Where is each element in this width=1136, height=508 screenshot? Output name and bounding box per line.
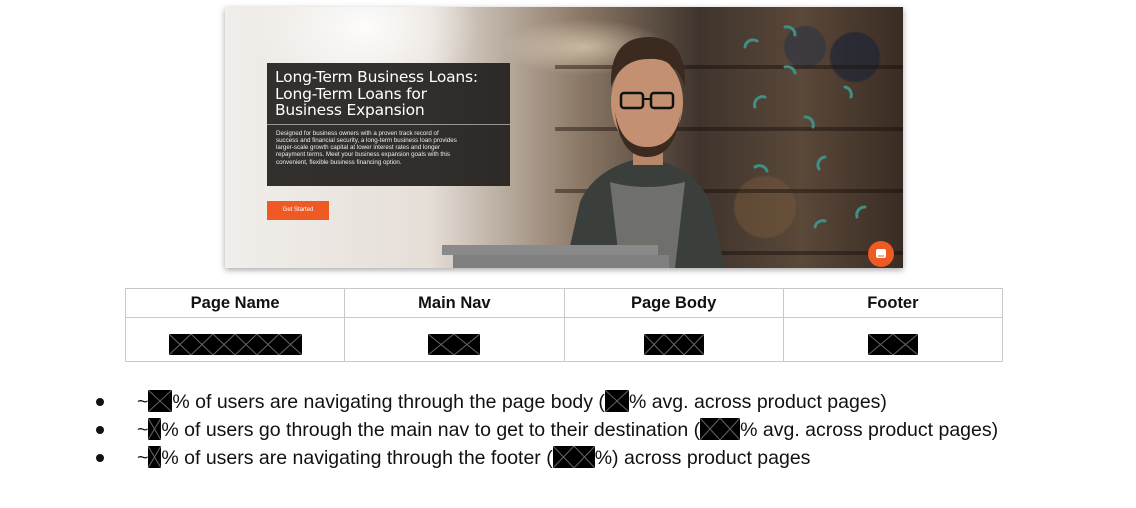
hero-banner-screenshot: Long-Term Business Loans: Long-Term Loan… xyxy=(225,7,903,268)
redacted-value xyxy=(643,333,704,355)
redacted-value xyxy=(148,418,162,440)
navigation-metrics-table: Page Name Main Nav Page Body Footer xyxy=(124,288,1004,362)
hero-decorative-arcs xyxy=(743,25,867,229)
table-header-row: Page Name Main Nav Page Body Footer xyxy=(124,288,1004,318)
bullet-icon xyxy=(96,398,104,406)
cell-footer xyxy=(782,317,1004,362)
hero-divider xyxy=(267,123,510,125)
redacted-value xyxy=(604,390,629,412)
header-main-nav: Main Nav xyxy=(344,288,565,318)
bullet-text-part: % of users are navigating through the pa… xyxy=(172,391,605,413)
bullet-text: ~ % of users are navigating through the p… xyxy=(137,388,887,416)
approx-symbol: ~ xyxy=(137,391,149,413)
redacted-value xyxy=(148,446,162,468)
bullet-text-part: % avg. across product pages) xyxy=(740,419,999,441)
bullet-icon xyxy=(96,426,104,434)
hero-title: Long-Term Business Loans: Long-Term Loan… xyxy=(275,68,478,119)
bullet-icon xyxy=(96,454,104,462)
approx-symbol: ~ xyxy=(137,447,149,469)
bullet-text-part: % of users are navigating through the fo… xyxy=(161,447,553,469)
redacted-value xyxy=(867,333,918,355)
header-footer: Footer xyxy=(782,288,1004,318)
hero-description: Designed for business owners with a prov… xyxy=(276,129,457,166)
table-row xyxy=(124,317,1004,362)
get-started-button[interactable]: Get Started xyxy=(267,201,329,220)
bullet-text-part: %) across product pages xyxy=(594,447,811,469)
redaction-bar xyxy=(453,255,669,268)
bullet-text: ~ % of users go through the main nav to g… xyxy=(137,416,998,444)
cell-page-body xyxy=(563,317,784,362)
bullet-text-part: % avg. across product pages) xyxy=(628,391,887,413)
chat-icon xyxy=(876,249,886,258)
header-page-name: Page Name xyxy=(124,288,346,318)
redacted-value xyxy=(700,418,741,440)
bullet-text-part: % of users go through the main nav to ge… xyxy=(161,419,701,441)
redacted-value xyxy=(168,333,302,355)
cell-page-name xyxy=(124,317,346,362)
approx-symbol: ~ xyxy=(137,419,149,441)
redaction-bar xyxy=(442,245,658,255)
cell-main-nav xyxy=(344,317,565,362)
redacted-value xyxy=(552,446,595,468)
redacted-value xyxy=(428,333,481,355)
redacted-value xyxy=(148,390,173,412)
hero-text-box: Long-Term Business Loans: Long-Term Loan… xyxy=(267,63,510,186)
bullet-text: ~ % of users are navigating through the f… xyxy=(137,444,810,472)
chat-button[interactable] xyxy=(868,241,894,267)
header-page-body: Page Body xyxy=(563,288,784,318)
